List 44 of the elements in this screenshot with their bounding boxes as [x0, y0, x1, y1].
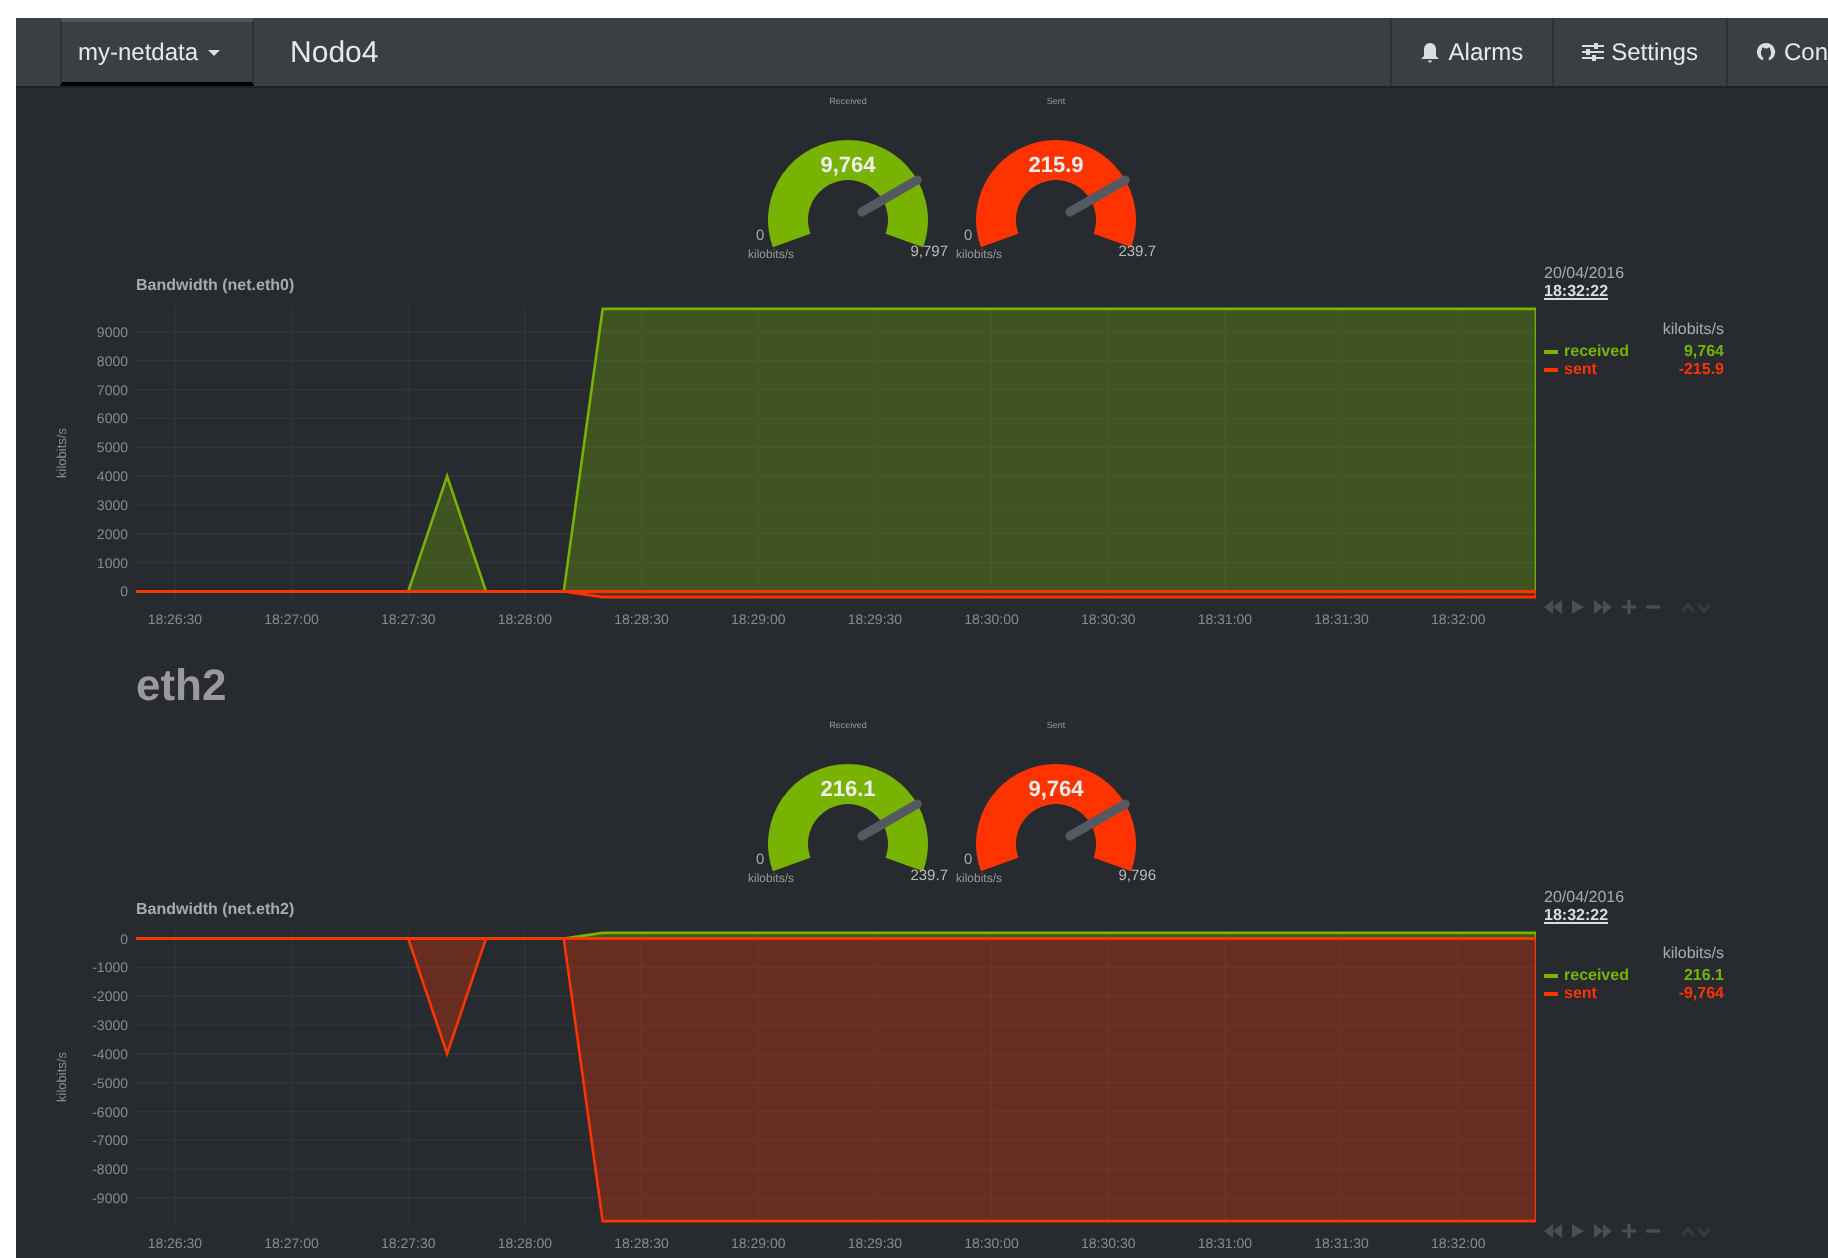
legend-value: 9,764	[1683, 342, 1724, 360]
legend-value: -9,764	[1678, 984, 1724, 1002]
legend-time: 18:32:22	[1544, 906, 1611, 924]
legend-name: received	[1564, 342, 1631, 360]
legend-date: 20/04/2016	[1544, 264, 1627, 282]
zoom-in-icon[interactable]	[1622, 1224, 1636, 1238]
legend-date: 20/04/2016	[1544, 888, 1627, 906]
play-icon[interactable]	[1572, 600, 1584, 614]
legend-value: -215.9	[1678, 360, 1724, 378]
gauge-needle	[857, 175, 922, 217]
legend-unit: kilobits/s	[1662, 320, 1724, 338]
legend-name: sent	[1564, 984, 1599, 1002]
fast-forward-icon[interactable]	[1594, 600, 1612, 614]
cat-logo-icon	[1755, 42, 1776, 62]
legend-time: 18:32:22	[1544, 282, 1611, 300]
play-icon[interactable]	[1572, 1224, 1584, 1238]
gauge-value: 215.9	[1028, 154, 1084, 178]
legend-name: sent	[1564, 360, 1599, 378]
nav-link[interactable]: Alarms	[1390, 18, 1552, 86]
legend-value: 216.1	[1683, 966, 1724, 984]
zoom-in-icon[interactable]	[1622, 600, 1636, 614]
chart-title: Bandwidth (net.eth0)	[134, 276, 295, 294]
brand-dropdown[interactable]: my-netdata	[60, 18, 255, 86]
gauge-needle	[1065, 799, 1130, 841]
zoom-out-icon[interactable]	[1646, 1224, 1660, 1238]
rewind-icon[interactable]	[1544, 1224, 1562, 1238]
sliders-icon	[1581, 42, 1604, 62]
gauge-needle	[1065, 175, 1130, 217]
nav-link[interactable]: Settings	[1551, 18, 1726, 86]
gauge-value: 9,764	[820, 154, 876, 178]
section-heading: eth2	[136, 660, 227, 712]
gauge-value: 9,764	[1028, 778, 1084, 802]
gauge-needle	[857, 799, 922, 841]
zoom-out-icon[interactable]	[1646, 600, 1660, 614]
nav-link[interactable]: Con	[1725, 18, 1828, 86]
legend-unit: kilobits/s	[1662, 944, 1724, 962]
fast-forward-icon[interactable]	[1594, 1224, 1612, 1238]
rewind-icon[interactable]	[1544, 600, 1562, 614]
chart-title: Bandwidth (net.eth2)	[134, 900, 295, 918]
legend-name: received	[1564, 966, 1631, 984]
bell-icon	[1420, 41, 1441, 63]
gauge-value: 216.1	[820, 778, 876, 802]
caret-icon	[208, 49, 221, 55]
host-name: Nodo4	[288, 33, 379, 73]
